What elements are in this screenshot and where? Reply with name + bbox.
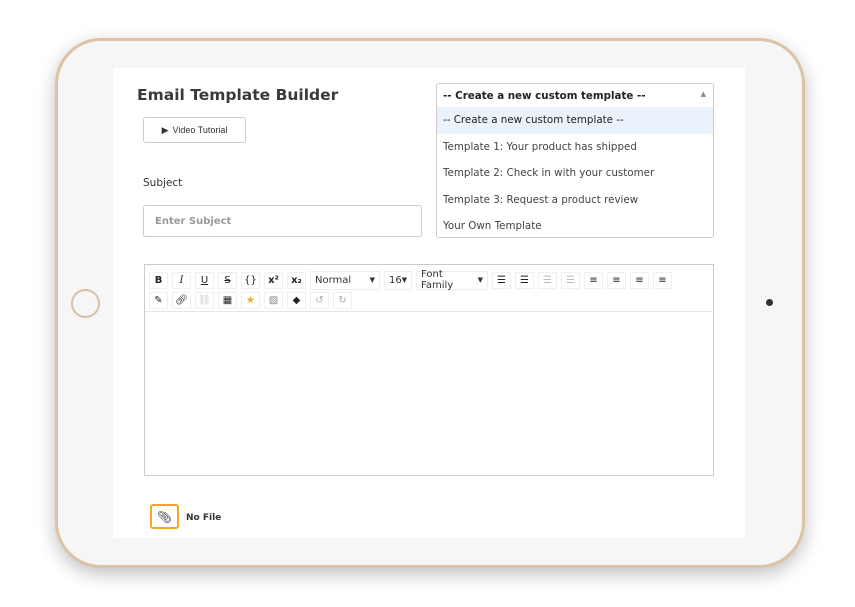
- unlink-icon[interactable]: ⛓: [195, 291, 214, 309]
- subscript-button[interactable]: x₂: [287, 271, 306, 289]
- bullet-list-icon[interactable]: ☰: [492, 271, 511, 289]
- attach-file-button[interactable]: 📎︎: [150, 504, 179, 529]
- home-button: [71, 289, 100, 318]
- caret-down-icon: ▼: [477, 276, 483, 284]
- outdent-icon[interactable]: ☰: [561, 271, 580, 289]
- template-dropdown[interactable]: -- Create a new custom template -- ▲ -- C…: [436, 83, 714, 238]
- align-left-icon[interactable]: ≡: [584, 271, 603, 289]
- align-justify-icon[interactable]: ≡: [653, 271, 672, 289]
- subject-input[interactable]: [143, 205, 422, 237]
- screen: Email Template Builder ▶ Video Tutorial S…: [113, 68, 745, 538]
- image-icon[interactable]: ▨: [264, 291, 283, 309]
- caret-down-icon: ▼: [401, 276, 408, 284]
- font-size-value: 16: [389, 274, 402, 286]
- code-button[interactable]: {}: [241, 271, 260, 289]
- numbered-list-icon[interactable]: ☰: [515, 271, 534, 289]
- video-tutorial-button[interactable]: ▶ Video Tutorial: [143, 117, 246, 143]
- template-option[interactable]: Template 2: Check in with your customer: [437, 160, 713, 187]
- editor-content[interactable]: [145, 312, 713, 475]
- eraser-icon[interactable]: ◆: [287, 291, 306, 309]
- star-icon[interactable]: ★: [241, 291, 260, 309]
- bold-button[interactable]: B: [149, 271, 168, 289]
- align-center-icon[interactable]: ≡: [607, 271, 626, 289]
- play-icon: ▶: [161, 124, 169, 135]
- file-status: No File: [186, 513, 222, 523]
- font-size-select[interactable]: 16 ▼: [384, 270, 412, 290]
- video-tutorial-label: Video Tutorial: [172, 125, 228, 135]
- template-option[interactable]: Your Own Template: [437, 213, 713, 240]
- italic-button[interactable]: I: [172, 271, 191, 289]
- format-value: Normal: [315, 274, 352, 286]
- font-family-value: Font Family: [421, 269, 454, 291]
- rich-text-editor[interactable]: B I U S {} x² x₂ Normal ▼ 16 ▼ Font Family…: [144, 264, 714, 476]
- indent-icon[interactable]: ☰: [538, 271, 557, 289]
- template-option[interactable]: Template 3: Request a product review: [437, 187, 713, 214]
- link-icon[interactable]: 🔗︎: [172, 291, 191, 309]
- underline-button[interactable]: U: [195, 271, 214, 289]
- undo-icon[interactable]: ↺: [310, 291, 329, 309]
- align-right-icon[interactable]: ≡: [630, 271, 649, 289]
- superscript-button[interactable]: x²: [264, 271, 283, 289]
- template-option[interactable]: Template 1: Your product has shipped: [437, 134, 713, 161]
- camera-dot: [766, 299, 773, 306]
- redo-icon[interactable]: ↻: [333, 291, 352, 309]
- subject-label: Subject: [143, 177, 183, 189]
- color-picker-icon[interactable]: ✎: [149, 291, 168, 309]
- chevron-up-icon: ▲: [700, 90, 706, 98]
- editor-toolbar: B I U S {} x² x₂ Normal ▼ 16 ▼ Font Family…: [145, 265, 713, 312]
- caret-down-icon: ▼: [369, 276, 375, 284]
- template-select[interactable]: -- Create a new custom template -- ▲: [437, 84, 713, 107]
- font-family-select[interactable]: Font Family ▼: [416, 269, 488, 291]
- selected-template: -- Create a new custom template --: [443, 89, 646, 102]
- paperclip-icon: 📎︎: [156, 509, 173, 524]
- template-option[interactable]: -- Create a new custom template --: [437, 107, 713, 134]
- page-title: Email Template Builder: [137, 86, 339, 104]
- format-select[interactable]: Normal ▼: [310, 270, 380, 290]
- strikethrough-button[interactable]: S: [218, 271, 237, 289]
- table-icon[interactable]: ▦: [218, 291, 237, 309]
